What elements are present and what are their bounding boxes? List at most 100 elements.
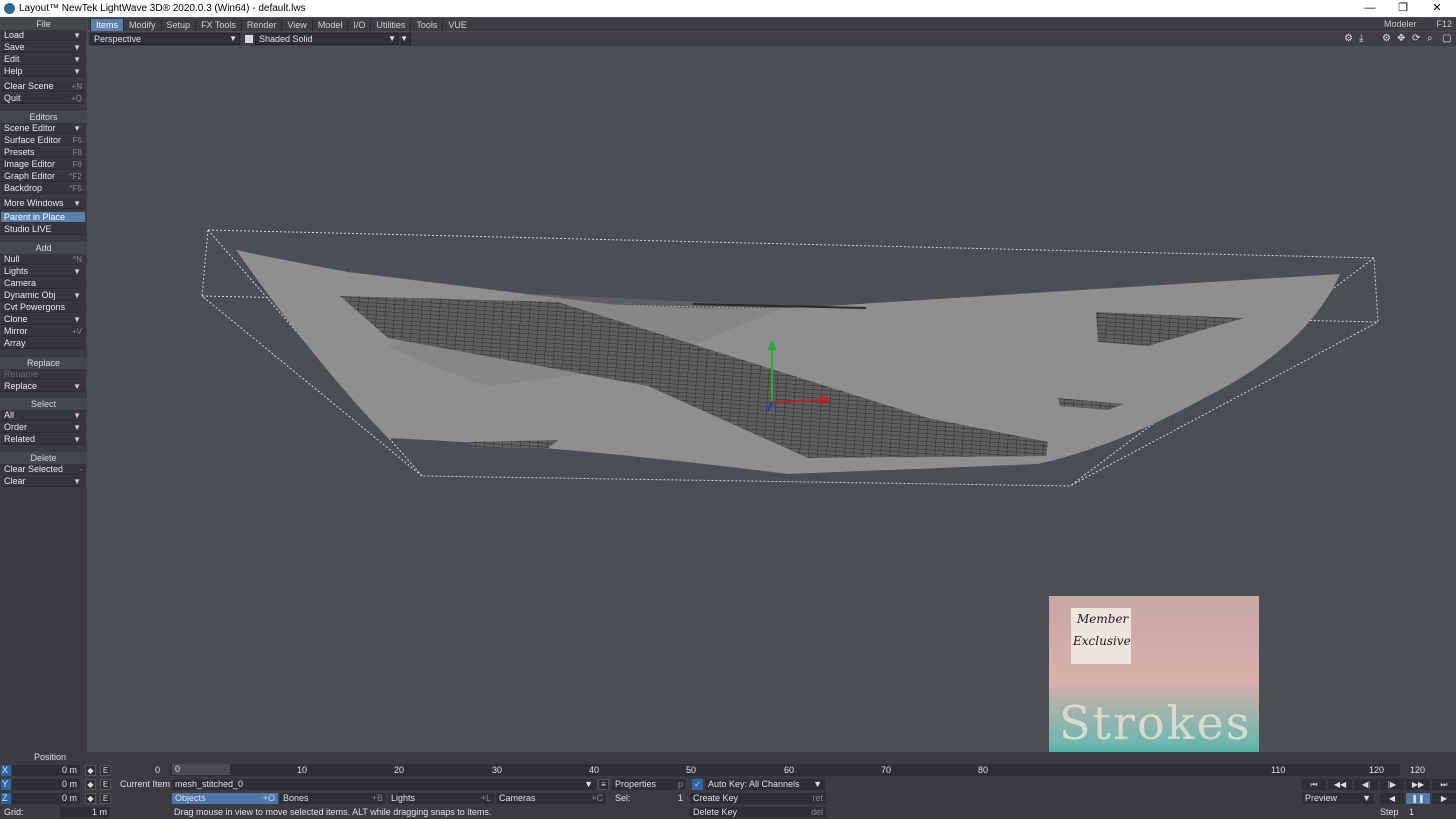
- clear-selected-button[interactable]: Clear Selected -: [1, 464, 85, 475]
- image-editor-button[interactable]: Image Editor F6: [1, 159, 85, 170]
- select-order-button[interactable]: Order ▼: [1, 422, 85, 433]
- tab-i-o[interactable]: I/O: [347, 18, 370, 31]
- play-icon[interactable]: ▶: [1432, 793, 1456, 804]
- gear-icon[interactable]: ⚙: [1344, 33, 1353, 44]
- minimize-icon[interactable]: —: [1355, 0, 1385, 17]
- z-envelope-button[interactable]: E: [100, 793, 111, 804]
- select-related-button[interactable]: Related ▼: [1, 434, 85, 445]
- clear-button[interactable]: Clear ▼: [1, 476, 85, 487]
- image-editor-button-shortcut: F6: [72, 160, 82, 169]
- create-key-button[interactable]: Create Key ret: [690, 793, 826, 804]
- lights-button[interactable]: Lights ▼: [1, 266, 85, 277]
- play-reverse-icon[interactable]: ◀: [1380, 793, 1404, 804]
- backdrop-button[interactable]: Backdrop ^F5: [1, 183, 85, 194]
- mirror-button-label: Mirror: [4, 326, 28, 336]
- save-button[interactable]: Save ▼: [1, 42, 85, 53]
- item-list-icon[interactable]: ≡: [598, 779, 609, 790]
- tab-model[interactable]: Model: [311, 18, 348, 31]
- close-icon[interactable]: ✕: [1422, 0, 1452, 17]
- more-windows-button[interactable]: More Windows ▼: [1, 198, 85, 209]
- replace-button[interactable]: Replace ▼: [1, 381, 85, 392]
- x-envelope-icon[interactable]: ◆: [85, 765, 96, 776]
- previous-key-icon[interactable]: ◀◀: [1328, 779, 1352, 790]
- go-to-start-icon[interactable]: ⏮: [1302, 779, 1326, 790]
- null-button[interactable]: Null ^N: [1, 254, 85, 265]
- graph-editor-button[interactable]: Graph Editor ^F2: [1, 171, 85, 182]
- zoom-view-icon[interactable]: ⌕: [1427, 33, 1433, 44]
- y-position-field[interactable]: 0 m: [12, 779, 80, 790]
- chevron-down-icon: ▼: [73, 55, 81, 64]
- surface-editor-button[interactable]: Surface Editor F5: [1, 135, 85, 146]
- tab-utilities[interactable]: Utilities: [370, 18, 410, 31]
- delete-key-button[interactable]: Delete Key del: [690, 807, 826, 818]
- modeler-shortcut: F12: [1436, 19, 1452, 29]
- dynamic-obj-button[interactable]: Dynamic Obj ▼: [1, 290, 85, 301]
- start-frame-field[interactable]: 0: [155, 765, 160, 776]
- rotate-view-icon[interactable]: ⟳: [1412, 33, 1420, 44]
- x-axis-label: X: [1, 765, 11, 776]
- maximize-view-icon[interactable]: ▢: [1442, 33, 1451, 44]
- chevron-down-icon: ▼: [73, 477, 81, 486]
- next-frame-icon[interactable]: |▶: [1380, 779, 1404, 790]
- go-to-end-icon[interactable]: ⏭: [1432, 779, 1456, 790]
- edit-button[interactable]: Edit ▼: [1, 54, 85, 65]
- step-value[interactable]: 1: [1409, 807, 1414, 818]
- end-frame-field[interactable]: 120: [1410, 765, 1425, 776]
- cvt-powergons-button[interactable]: Cvt Powergons: [1, 302, 85, 313]
- tab-vue[interactable]: VUE: [442, 18, 472, 31]
- tab-fx-tools[interactable]: FX Tools: [195, 18, 241, 31]
- load-button[interactable]: Load ▼: [1, 30, 85, 41]
- view-mode-dropdown[interactable]: Perspective ▼: [90, 33, 240, 45]
- select-related-button-label: Related: [4, 434, 36, 444]
- camera-button[interactable]: Camera: [1, 278, 85, 289]
- previous-frame-icon[interactable]: ◀|: [1354, 779, 1378, 790]
- pause-icon[interactable]: ❚❚: [1406, 793, 1430, 804]
- parent-in-place-toggle[interactable]: Parent in Place: [1, 212, 85, 223]
- view-options-dropdown[interactable]: ▼: [400, 33, 411, 45]
- tab-tools[interactable]: Tools: [410, 18, 442, 31]
- scene-editor-button[interactable]: Scene Editor ▼: [1, 123, 85, 134]
- quit-button[interactable]: Quit +Q: [1, 93, 85, 104]
- next-key-icon[interactable]: ▶▶: [1406, 779, 1430, 790]
- z-envelope-icon[interactable]: ◆: [85, 793, 96, 804]
- tab-setup[interactable]: Setup: [160, 18, 196, 31]
- help-button[interactable]: Help ▼: [1, 66, 85, 77]
- mirror-button[interactable]: Mirror +V: [1, 326, 85, 337]
- preview-dropdown[interactable]: Preview ▼: [1302, 793, 1374, 804]
- cameras-mode-button[interactable]: Cameras +C: [496, 793, 606, 804]
- restore-icon[interactable]: ❐: [1388, 0, 1418, 17]
- lightwave-app-icon: [4, 3, 15, 14]
- move-view-icon[interactable]: ✥: [1397, 33, 1405, 44]
- scene-editor-button-label: Scene Editor: [4, 123, 56, 133]
- tab-modify[interactable]: Modify: [123, 18, 161, 31]
- y-envelope-button[interactable]: E: [100, 779, 111, 790]
- x-envelope-button[interactable]: E: [100, 765, 111, 776]
- status-message: Drag mouse in view to move selected item…: [174, 807, 492, 817]
- objects-mode-button[interactable]: Objects +O: [172, 793, 278, 804]
- studio-live-button[interactable]: Studio LIVE: [1, 224, 85, 235]
- bones-mode-button[interactable]: Bones +B: [280, 793, 386, 804]
- grid-size-field[interactable]: 1 m: [60, 807, 110, 818]
- current-item-dropdown[interactable]: mesh_stitched_0 ▼: [172, 779, 596, 790]
- tab-items[interactable]: Items: [90, 18, 124, 31]
- timeline-slider[interactable]: 0: [172, 764, 230, 775]
- auto-key-checkbox[interactable]: ✓: [692, 779, 703, 790]
- properties-button[interactable]: Properties p: [612, 779, 686, 790]
- presets-button[interactable]: Presets F8: [1, 147, 85, 158]
- tab-render[interactable]: Render: [240, 18, 282, 31]
- x-position-field[interactable]: 0 m: [12, 765, 80, 776]
- z-position-field[interactable]: 0 m: [12, 793, 80, 804]
- array-button[interactable]: Array: [1, 338, 85, 349]
- clear-scene-button[interactable]: Clear Scene +N: [1, 81, 85, 92]
- shading-mode-dropdown[interactable]: Shaded Solid ▼: [255, 33, 399, 45]
- lights-mode-button[interactable]: Lights +L: [388, 793, 494, 804]
- select-all-button[interactable]: All ▼: [1, 410, 85, 421]
- clone-button[interactable]: Clone ▼: [1, 314, 85, 325]
- auto-key-dropdown[interactable]: Auto Key: All Channels ▼: [705, 779, 825, 790]
- settings-icon[interactable]: ⚙: [1382, 33, 1391, 44]
- download-icon[interactable]: ⤓: [1359, 33, 1363, 44]
- y-envelope-icon[interactable]: ◆: [85, 779, 96, 790]
- modeler-button[interactable]: Modeler F12: [1384, 18, 1452, 30]
- tab-view[interactable]: View: [281, 18, 311, 31]
- rename-button[interactable]: Rename: [1, 369, 85, 380]
